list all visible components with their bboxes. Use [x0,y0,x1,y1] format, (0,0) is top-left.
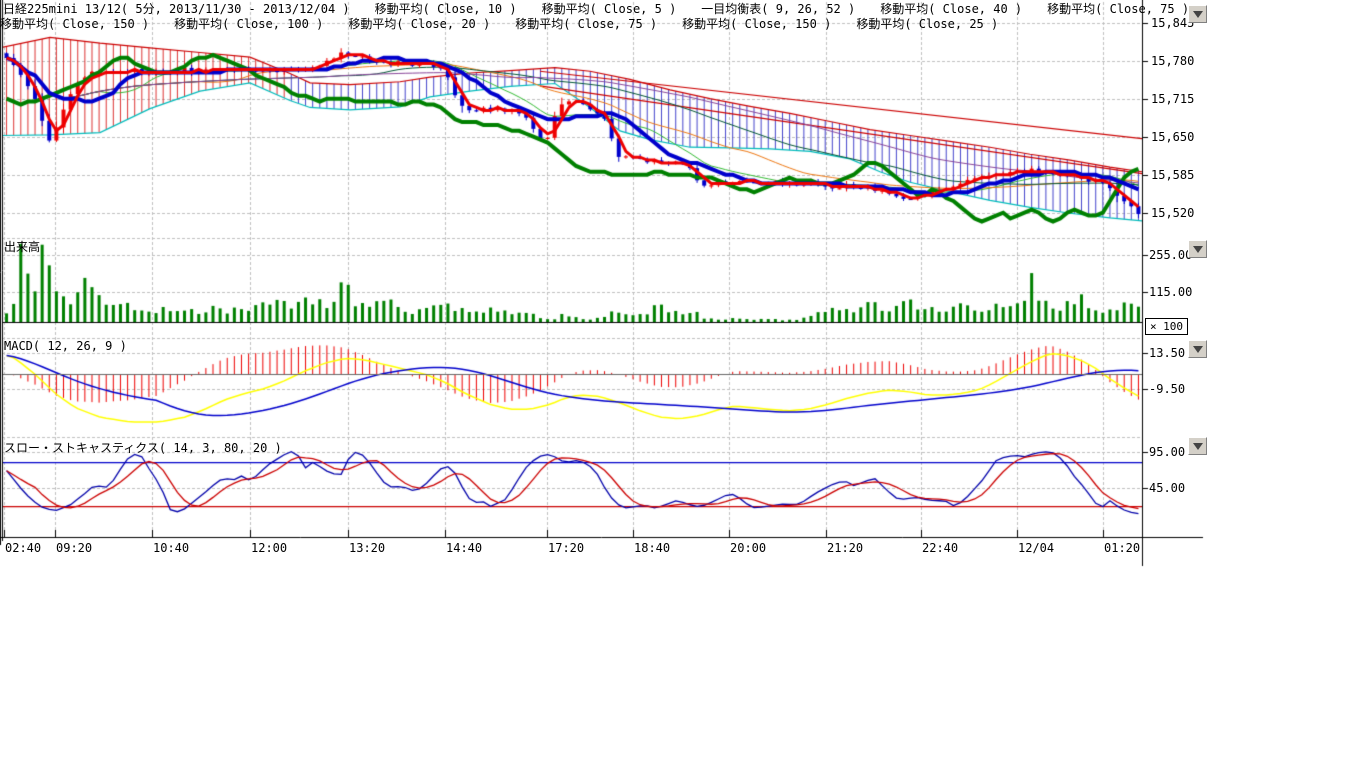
legend-item: 移動平均( Close, 5 ) [542,2,677,16]
legend-item: 一目均衡表( 9, 26, 52 ) [701,2,855,16]
chart-title: 日経225mini 13/12( 5分, 2013/11/30 - 2013/1… [3,2,350,16]
price-axis-menu-button[interactable] [1188,5,1207,23]
down-arrow-icon [1193,11,1203,18]
legend-item: 移動平均( Close, 75 ) [1047,2,1189,16]
time-axis-label: 21:20 [827,541,863,555]
time-axis-label: 13:20 [349,541,385,555]
time-axis-label: 12:00 [251,541,287,555]
indicator-legend-row1: 日経225mini 13/12( 5分, 2013/11/30 - 2013/1… [3,2,1214,16]
volume-panel-label: 出来高 [4,238,40,255]
time-axis-label: 09:20 [56,541,92,555]
time-axis-label: 12/04 [1018,541,1054,555]
volume-multiplier-box: × 100 [1145,318,1188,335]
price-axis-label: 15,520 [1151,206,1194,220]
indicator-legend-row2: 移動平均( Close, 150 ) 移動平均( Close, 100 ) 移動平均… [0,17,1023,31]
down-arrow-icon [1193,246,1203,253]
legend-item: 移動平均( Close, 75 ) [515,17,657,31]
time-axis-label: 02:40 [5,541,41,555]
time-axis-label: 10:40 [153,541,189,555]
price-axis-label: 15,650 [1151,130,1194,144]
stoch-panel-label: スロー・ストキャスティクス( 14, 3, 80, 20 ) [4,439,282,456]
chart-window: 日経225mini 13/12( 5分, 2013/11/30 - 2013/1… [0,0,1366,768]
legend-item: 移動平均( Close, 40 ) [880,2,1022,16]
macd-axis-menu-button[interactable] [1188,340,1207,358]
volume-axis-label: 115.00 [1149,285,1192,299]
time-axis-label: 22:40 [922,541,958,555]
volume-axis-menu-button[interactable] [1188,240,1207,258]
time-axis-label: 17:20 [548,541,584,555]
macd-axis-label: -9.50 [1149,382,1185,396]
macd-axis-label: 13.50 [1149,346,1185,360]
price-axis-label: 15,780 [1151,54,1194,68]
stoch-axis-label: 45.00 [1149,481,1185,495]
volume-axis-label: 255.00 [1149,248,1192,262]
down-arrow-icon [1193,443,1203,450]
time-axis-label: 01:20 [1104,541,1140,555]
macd-panel-label: MACD( 12, 26, 9 ) [4,339,127,353]
legend-item: 移動平均( Close, 150 ) [0,17,149,31]
legend-item: 移動平均( Close, 100 ) [174,17,323,31]
legend-item: 移動平均( Close, 20 ) [348,17,490,31]
price-axis-label: 15,585 [1151,168,1194,182]
stoch-axis-menu-button[interactable] [1188,437,1207,455]
down-arrow-icon [1193,346,1203,353]
stoch-axis-label: 95.00 [1149,445,1185,459]
legend-item: 移動平均( Close, 150 ) [682,17,831,31]
legend-item: 移動平均( Close, 10 ) [375,2,517,16]
legend-item: 移動平均( Close, 25 ) [856,17,998,31]
time-axis-label: 18:40 [634,541,670,555]
time-axis-label: 20:00 [730,541,766,555]
time-axis-label: 14:40 [446,541,482,555]
price-axis-label: 15,715 [1151,92,1194,106]
